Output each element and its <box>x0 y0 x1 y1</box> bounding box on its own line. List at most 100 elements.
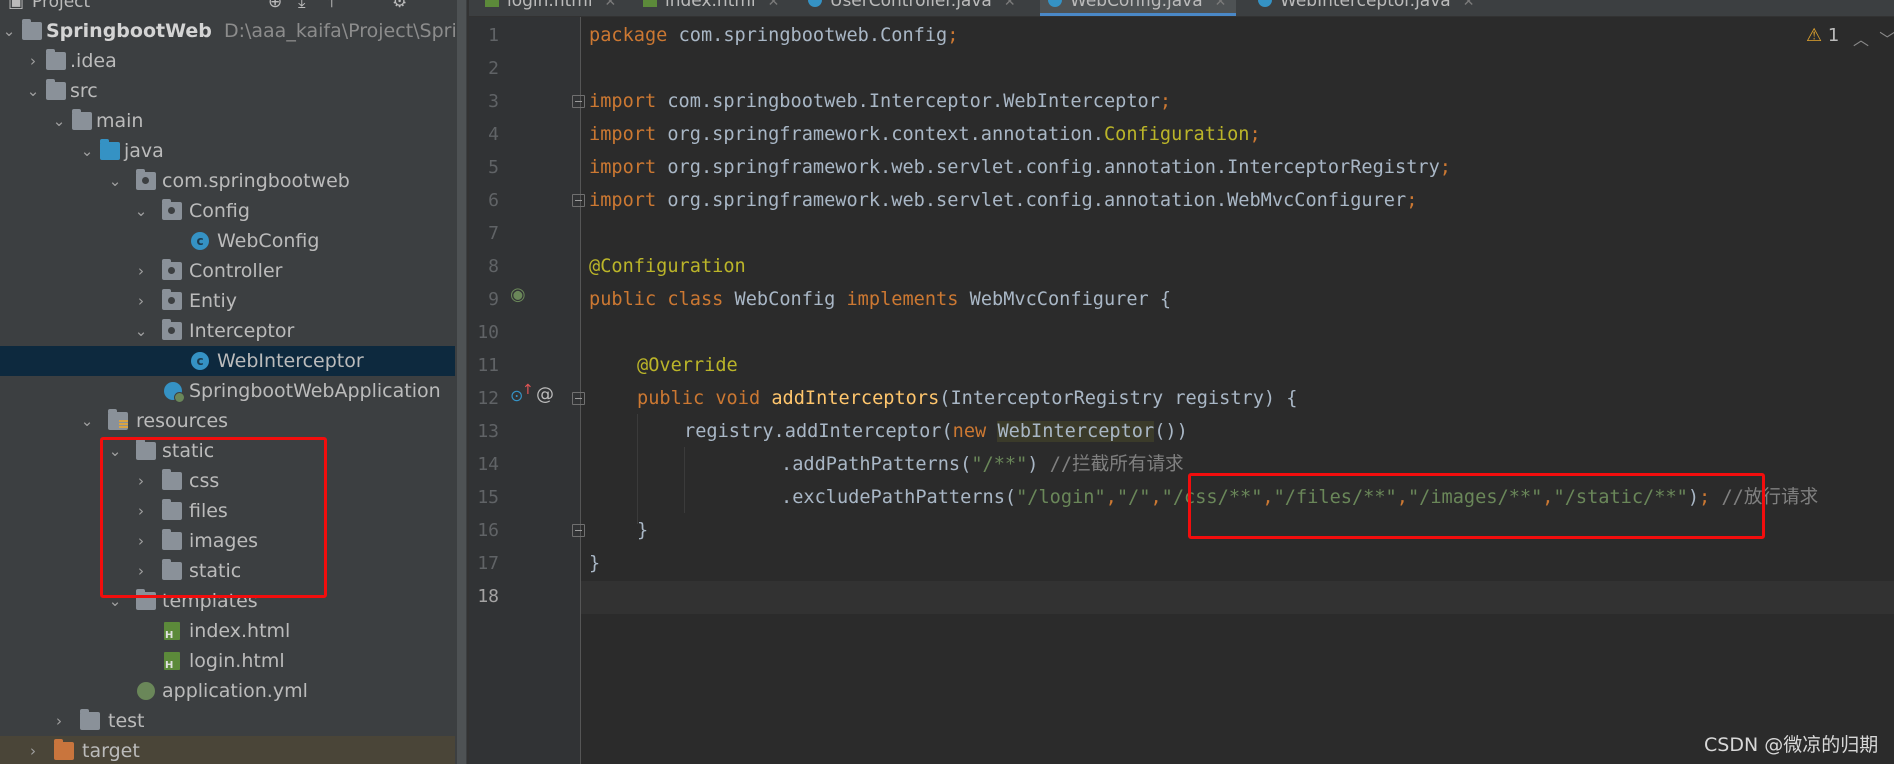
project-panel-title[interactable]: Project <box>32 0 90 12</box>
spring-bean-icon[interactable]: ◉ <box>510 284 526 305</box>
chevron-down-icon[interactable]: ⌄ <box>52 106 66 136</box>
package-icon <box>162 319 182 340</box>
tab-webinterceptor-java[interactable]: WebInterceptor.java ✕ <box>1258 0 1498 16</box>
chevron-right-icon[interactable]: › <box>26 46 40 76</box>
code-token: addInterceptors <box>771 388 940 409</box>
tree-node-label: WebConfig <box>217 230 320 252</box>
package-icon <box>162 259 182 280</box>
code-line-9: public class WebConfig implements WebMvc… <box>589 288 1171 312</box>
tree-node-springbootweb[interactable]: ⌄ SpringbootWeb D:\aaa_kaifa\Project\Spr… <box>0 16 467 46</box>
chevron-down-icon[interactable]: ⌄ <box>80 136 94 166</box>
folder-icon <box>80 709 100 730</box>
tree-node-interceptor[interactable]: ⌄ Interceptor <box>0 316 467 346</box>
tree-node-test[interactable]: › test <box>0 706 467 736</box>
tree-node-label: SpringbootWebApplication <box>189 380 441 402</box>
html-file-icon <box>164 622 180 641</box>
chevron-down-icon[interactable]: ﹀ <box>1879 30 1894 49</box>
tree-node-login-html[interactable]: login.html <box>0 646 467 676</box>
at-annotation-icon[interactable]: @ <box>536 384 554 405</box>
code-line-11: @Override <box>637 354 738 378</box>
locate-file-icon[interactable]: ⊕ <box>268 0 282 12</box>
tab-label: login.html <box>507 0 593 11</box>
tab-usercontroller-java[interactable]: UserController.java ✕ <box>808 0 1020 16</box>
tab-webconfig-java[interactable]: WebConfig.java ✕ <box>1040 0 1236 16</box>
close-tab-icon[interactable]: ✕ <box>605 0 617 10</box>
collapse-all-icon[interactable]: ⤓ <box>298 0 306 12</box>
tab-index-html[interactable]: index.html ✕ <box>643 0 793 16</box>
chevron-down-icon[interactable]: ⌄ <box>108 166 122 196</box>
tree-node-label: target <box>82 740 140 762</box>
folder-icon <box>72 109 92 130</box>
line-number: 1 <box>488 25 499 46</box>
chevron-down-icon[interactable]: ⌄ <box>80 406 94 436</box>
tree-node-label: application.yml <box>162 680 308 702</box>
tree-node-webinterceptor[interactable]: c WebInterceptor <box>0 346 467 376</box>
chevron-right-icon[interactable]: › <box>52 706 66 736</box>
chevron-right-icon[interactable]: › <box>26 736 40 764</box>
fold-marker-icon[interactable] <box>572 194 585 207</box>
tree-node-config[interactable]: ⌄ Config <box>0 196 467 226</box>
tree-node-java[interactable]: ⌄ java <box>0 136 467 166</box>
code-token: org.springframework.context.annotation. <box>656 124 1104 145</box>
chevron-right-icon[interactable]: › <box>134 256 148 286</box>
code-line-4: import org.springframework.context.annot… <box>589 123 1261 147</box>
code-token: WebConfig <box>723 289 847 310</box>
tree-node-src[interactable]: ⌄ src <box>0 76 467 106</box>
line-number: 4 <box>488 124 499 145</box>
tree-node-application-yml[interactable]: application.yml <box>0 676 467 706</box>
close-tab-icon[interactable]: ✕ <box>768 0 780 10</box>
warning-icon: ⚠ <box>1806 25 1823 46</box>
chevron-down-icon[interactable]: ⌄ <box>134 316 148 346</box>
tree-node-idea[interactable]: › .idea <box>0 46 467 76</box>
prev-next-highlight[interactable]: ︿ ﹀ <box>1853 26 1894 50</box>
tab-login-html[interactable]: login.html ✕ <box>485 0 633 16</box>
code-token: "/login" <box>1016 487 1106 508</box>
code-token: com.springbootweb.Interceptor.WebInterce… <box>656 91 1160 112</box>
code-token: package <box>589 25 668 46</box>
tree-node-main[interactable]: ⌄ main <box>0 106 467 136</box>
tree-node-entiy[interactable]: › Entiy <box>0 286 467 316</box>
chevron-down-icon[interactable]: ⌄ <box>134 196 148 226</box>
chevron-down-icon[interactable]: ⌄ <box>26 76 40 106</box>
annotation-box-static-paths <box>1188 473 1765 539</box>
settings-gear-icon[interactable]: ⚙ <box>392 0 407 12</box>
tree-node-springbootwebapplication[interactable]: SpringbootWebApplication <box>0 376 467 406</box>
close-tab-icon[interactable]: ✕ <box>1463 0 1475 10</box>
tree-node-controller[interactable]: › Controller <box>0 256 467 286</box>
tree-node-com-springbootweb[interactable]: ⌄ com.springbootweb <box>0 166 467 196</box>
code-token: } <box>589 553 601 574</box>
fold-marker-icon[interactable] <box>572 95 585 108</box>
line-number: 10 <box>477 322 499 343</box>
ide-window: ▣ Project ⊕ ⤓ ⤒ ⚙ ⌄ SpringbootWeb D:\aaa… <box>0 0 1894 764</box>
line-number: 8 <box>488 256 499 277</box>
line-number: 5 <box>488 157 499 178</box>
code-token: .addPathPatterns( <box>781 454 972 475</box>
close-tab-icon[interactable]: ✕ <box>1004 0 1016 10</box>
chevron-up-icon[interactable]: ︿ <box>1853 30 1869 49</box>
code-line-17: } <box>589 552 600 576</box>
tree-node-resources[interactable]: ⌄ resources <box>0 406 467 436</box>
code-token: (InterceptorRegistry registry) { <box>939 388 1298 409</box>
fold-marker-icon[interactable] <box>572 392 585 405</box>
code-token: ) <box>1027 454 1050 475</box>
chevron-right-icon[interactable]: › <box>134 286 148 316</box>
expand-all-icon[interactable]: ⤒ <box>328 0 336 12</box>
tree-node-label: SpringbootWeb <box>46 20 212 42</box>
code-token: ; <box>1159 91 1172 112</box>
fold-marker-icon[interactable] <box>572 524 585 537</box>
code-token: registry.addInterceptor( <box>684 421 953 442</box>
project-panel-scrollbar[interactable] <box>455 0 467 764</box>
tree-node-webconfig[interactable]: c WebConfig <box>0 226 467 256</box>
project-view-icon[interactable]: ▣ <box>8 0 24 12</box>
chevron-down-icon[interactable]: ⌄ <box>2 16 16 46</box>
inspection-widget[interactable]: ⚠ 1 <box>1806 25 1839 46</box>
line-number: 13 <box>477 421 499 442</box>
spring-boot-class-icon <box>164 382 185 403</box>
code-token: public class <box>589 289 724 310</box>
tree-node-target[interactable]: › target <box>0 736 467 764</box>
tree-node-index-html[interactable]: index.html <box>0 616 467 646</box>
code-token: import <box>589 157 657 178</box>
package-icon <box>162 289 182 310</box>
code-token: ()) <box>1154 421 1188 442</box>
close-tab-icon[interactable]: ✕ <box>1215 0 1227 10</box>
